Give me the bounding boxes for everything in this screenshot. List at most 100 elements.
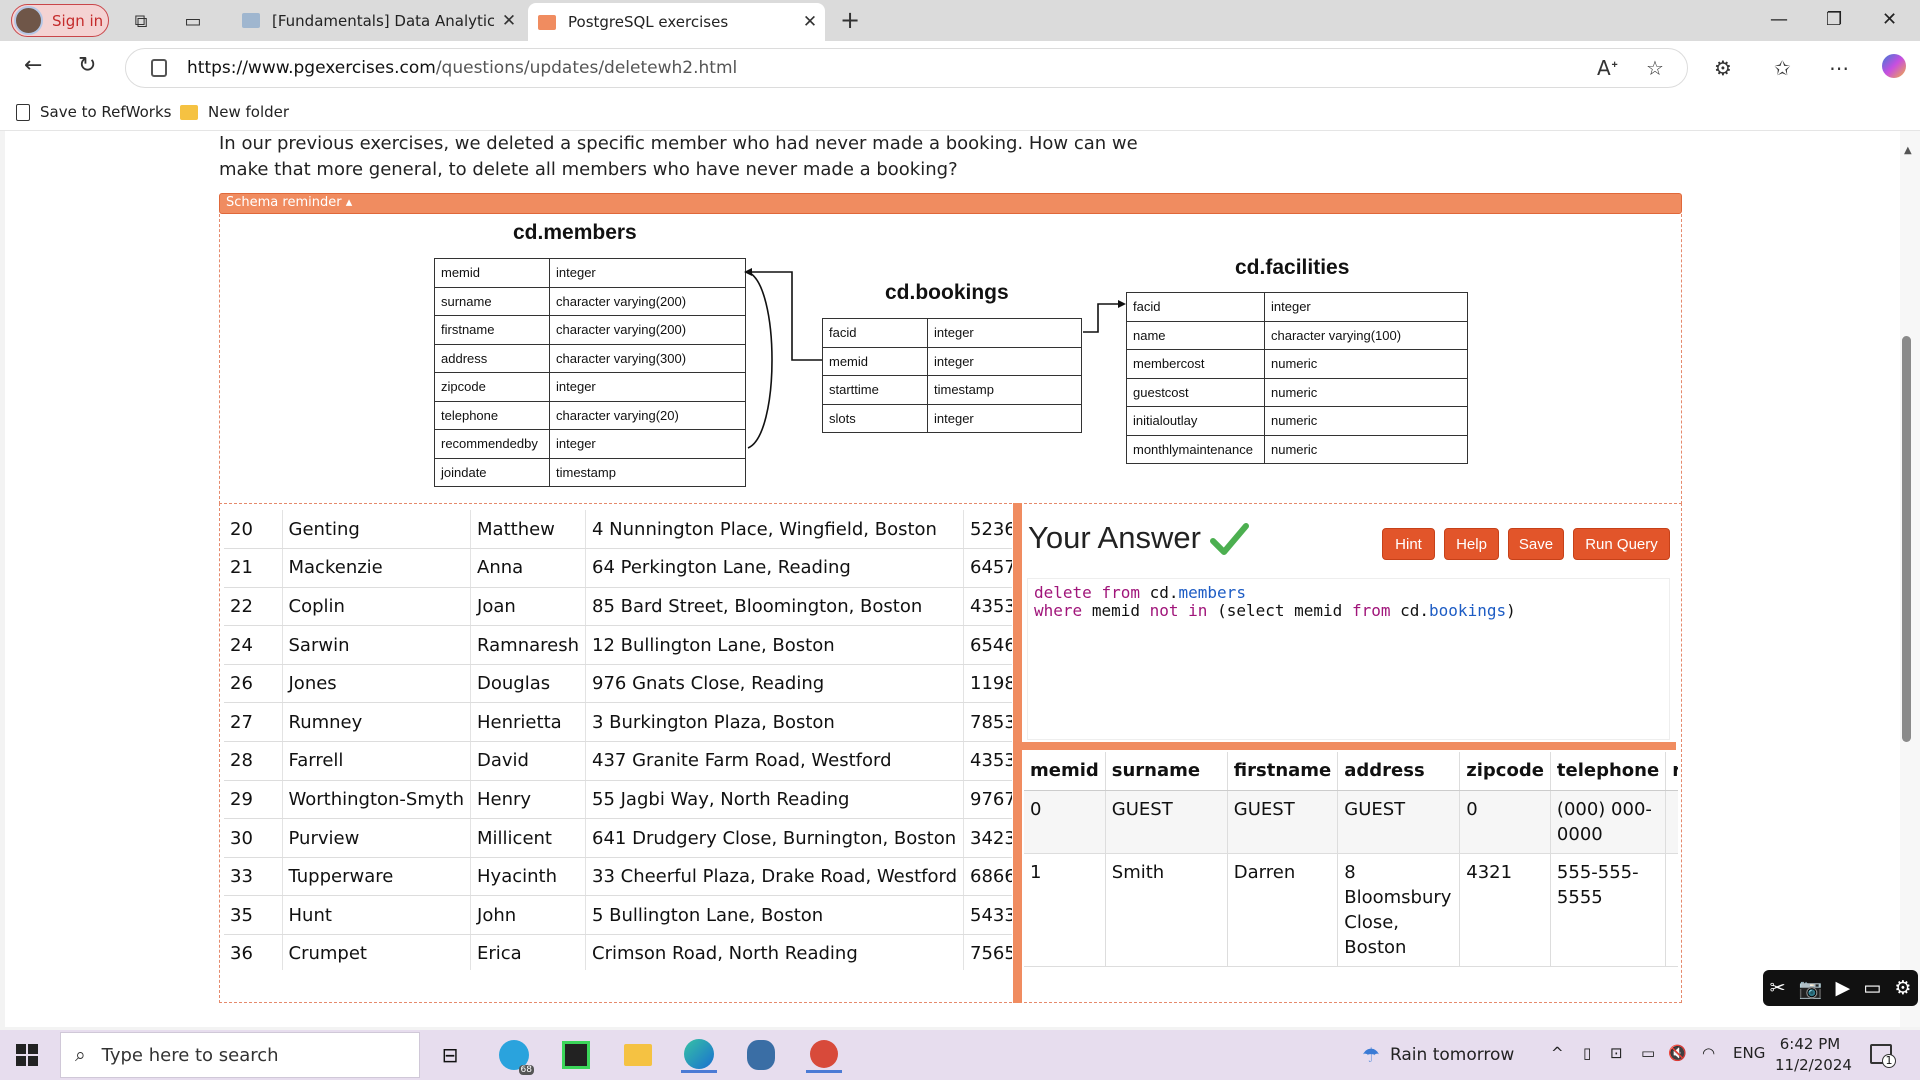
run-query-button[interactable]: Run Query [1573,528,1670,560]
save-button[interactable]: Save [1508,528,1564,560]
table-cell: 33 [224,857,283,897]
table-cell: 36 [224,934,283,970]
arrow-head [1118,300,1126,308]
schema-row: address character varying(300) [434,343,746,373]
copilot-icon[interactable] [1882,54,1906,78]
result-cell: Smith [1105,853,1228,967]
schema-row: monthlymaintenance numeric [1126,434,1468,464]
sql-identifier: bookings [1429,601,1507,620]
close-tab-icon[interactable]: ✕ [494,11,524,31]
result-cell: GUEST [1337,790,1461,854]
gear-icon[interactable]: ⚙ [1894,977,1911,999]
taskbar-search[interactable]: ⌕ Type here to search [60,1032,420,1078]
table-cell: Ramnaresh [470,625,586,665]
schema-row: memid integer [434,258,746,288]
maximize-icon[interactable]: ❐ [1826,9,1842,30]
battery-icon[interactable]: ▭ [1641,1044,1655,1062]
table-row: 24 Sarwin Ramnaresh 12 Bullington Lane, Bos… [224,625,1012,665]
table-cell: 34232 [963,818,1012,858]
wifi-icon[interactable]: ◠ [1702,1044,1715,1062]
vertical-splitter[interactable] [1013,503,1022,1003]
table-row: 36 Crumpet Erica Crimson Road, North Readin… [224,934,1012,970]
schema-reminder-toggle[interactable]: Schema reminder ▴ [219,193,1682,214]
pycharm-icon[interactable] [558,1037,594,1073]
telegram-icon[interactable]: 68 [496,1037,534,1075]
result-cell: GUEST [1227,790,1339,854]
back-icon[interactable]: ← [24,53,42,78]
query-results[interactable]: memid surname firstname address zipcode telep… [1024,752,1678,1002]
search-icon: ⌕ [75,1044,86,1066]
notification-icon[interactable]: 1 [1870,1044,1896,1068]
chevron-up-icon[interactable]: ^ [1551,1044,1564,1062]
clock-date: 11/2/2024 [1775,1056,1852,1074]
camera-icon[interactable]: 📷 [1799,977,1823,1000]
table-cell: 43532 [963,741,1012,781]
table-cell: 29 [224,780,283,820]
browser-tab-bar: Sign in ⧉ ▭ [Fundamentals] Data Analytic… [0,0,1920,41]
weather-widget[interactable]: ☂ Rain tomorrow [1362,1043,1514,1067]
pge-icon [538,14,556,30]
workspaces-icon[interactable]: ⧉ [130,10,152,32]
bookmark-new-folder[interactable]: New folder [180,103,289,121]
scroll-up-icon[interactable]: ▲ [1904,145,1912,156]
result-cell: GUEST [1105,790,1228,854]
extensions-icon[interactable]: ⚙ [1714,56,1732,80]
close-tab-icon[interactable]: ✕ [795,12,825,32]
clock[interactable]: 6:42 PM 11/2/2024 [1775,1034,1852,1076]
minimize-icon[interactable]: — [1770,9,1788,30]
snip-icon[interactable]: ✂ [1770,977,1786,999]
app-icon[interactable] [806,1037,842,1073]
help-button[interactable]: Help [1444,528,1499,560]
edge-icon[interactable] [681,1037,717,1073]
column-name: recommendedby [434,429,550,459]
sql-schema: cd. [1400,601,1430,620]
bookmark-save-to-refworks[interactable]: Save to RefWorks [16,103,171,121]
sign-in-button[interactable]: Sign in [11,4,109,37]
members-data-table[interactable]: 20 Genting Matthew 4 Nunnington Place, Wing… [224,510,1012,970]
window-close-icon[interactable]: ✕ [1882,9,1897,30]
volume-mute-icon[interactable]: 🔇 [1668,1044,1687,1062]
result-cell [1665,790,1678,854]
refresh-icon[interactable]: ↻ [78,53,96,78]
postgresql-icon[interactable] [743,1037,779,1073]
language-indicator[interactable]: ENG [1733,1044,1765,1062]
table-cell: 641 Drudgery Close, Burnington, Boston [585,818,965,858]
sql-editor[interactable]: delete from cd.members where memid not i… [1027,578,1670,740]
table-cell: Coplin [282,587,472,627]
window-icon[interactable]: ▭ [1863,977,1881,999]
tab-postgresql-exercises[interactable]: PostgreSQL exercises ✕ [528,3,825,41]
file-explorer-icon[interactable] [620,1037,656,1073]
task-view-icon[interactable]: ⊟ [432,1037,468,1073]
table-cell: Jones [282,664,472,704]
url-text: https://www.pgexercises.com/questions/up… [187,58,737,78]
favorites-icon[interactable]: ✩ [1774,56,1791,80]
facilities-schema-table: facid integer name character varying(100) me… [1126,292,1468,464]
device-icon[interactable]: ▯ [1583,1044,1591,1062]
tab-actions-icon[interactable]: ▭ [182,10,204,32]
more-icon[interactable]: ⋯ [1829,56,1849,80]
scrollbar-thumb[interactable] [1902,336,1911,742]
favorite-star-icon[interactable]: ☆ [1646,56,1664,80]
schema-row: name character varying(100) [1126,320,1468,350]
horizontal-splitter[interactable] [1022,742,1676,750]
folder-icon [180,104,198,120]
schema-row: initialoutlay numeric [1126,406,1468,436]
hint-button[interactable]: Hint [1382,528,1435,560]
sql-keyword: from [1101,583,1140,602]
column-type: integer [549,372,746,402]
column-type: numeric [1264,377,1468,407]
new-tab-button[interactable]: + [840,6,860,34]
schema-row: firstname character varying(200) [434,315,746,345]
table-cell: 5 Bullington Lane, Boston [585,895,965,936]
table-cell: 68666 [963,857,1012,897]
read-aloud-icon[interactable]: Aᐩ [1597,56,1618,80]
meet-icon[interactable]: ⊡ [1610,1044,1623,1062]
video-icon[interactable]: ▶ [1835,977,1850,999]
table-row: 28 Farrell David 437 Granite Farm Road, Wes… [224,741,1012,781]
table-cell: Joan [470,587,586,627]
memid-relation-line [750,271,822,361]
tab-data-analytics[interactable]: [Fundamentals] Data Analytics Eng ✕ [232,0,524,41]
url-field[interactable]: https://www.pgexercises.com/questions/up… [125,48,1688,88]
result-cell: 4321 [1459,853,1551,967]
windows-start-icon[interactable] [16,1044,38,1066]
